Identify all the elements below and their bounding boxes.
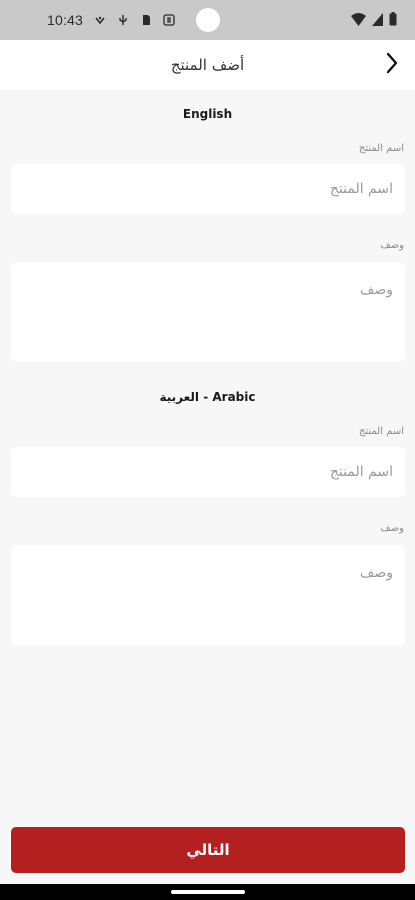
english-description-label: وصف bbox=[380, 240, 404, 251]
navigation-bar bbox=[0, 884, 415, 900]
status-time: 10:43 bbox=[47, 12, 84, 28]
app-s-icon bbox=[163, 14, 175, 26]
english-description-input[interactable] bbox=[11, 262, 405, 362]
english-name-label: اسم المنتج bbox=[358, 143, 404, 154]
screen: 10:43 أضف المنتج English اسم المنتج اسم … bbox=[0, 0, 415, 900]
arabic-description-label: وصف bbox=[380, 523, 404, 534]
arabic-name-label: اسم المنتج bbox=[358, 426, 404, 437]
signal-icon bbox=[372, 12, 383, 30]
status-bar: 10:43 bbox=[0, 0, 415, 40]
section-title-arabic: العربية - Arabic bbox=[159, 390, 256, 404]
wifi-calling-icon bbox=[94, 14, 106, 26]
usb-icon bbox=[117, 14, 129, 26]
sim-card-icon bbox=[140, 14, 152, 26]
chevron-right-icon bbox=[385, 52, 399, 78]
back-button[interactable] bbox=[381, 52, 403, 78]
battery-icon bbox=[389, 12, 397, 30]
next-button[interactable]: التالي bbox=[11, 827, 405, 873]
status-left: 10:43 bbox=[47, 12, 175, 28]
camera-cutout bbox=[196, 8, 220, 32]
home-indicator[interactable] bbox=[171, 890, 245, 894]
app-bar: أضف المنتج bbox=[0, 40, 415, 90]
arabic-description-input[interactable] bbox=[11, 545, 405, 645]
page-title: أضف المنتج bbox=[170, 56, 245, 74]
section-title-english: English bbox=[182, 107, 233, 121]
wifi-icon bbox=[351, 12, 366, 30]
english-name-input[interactable] bbox=[11, 164, 405, 214]
arabic-name-input[interactable] bbox=[11, 447, 405, 497]
status-right bbox=[351, 12, 397, 30]
